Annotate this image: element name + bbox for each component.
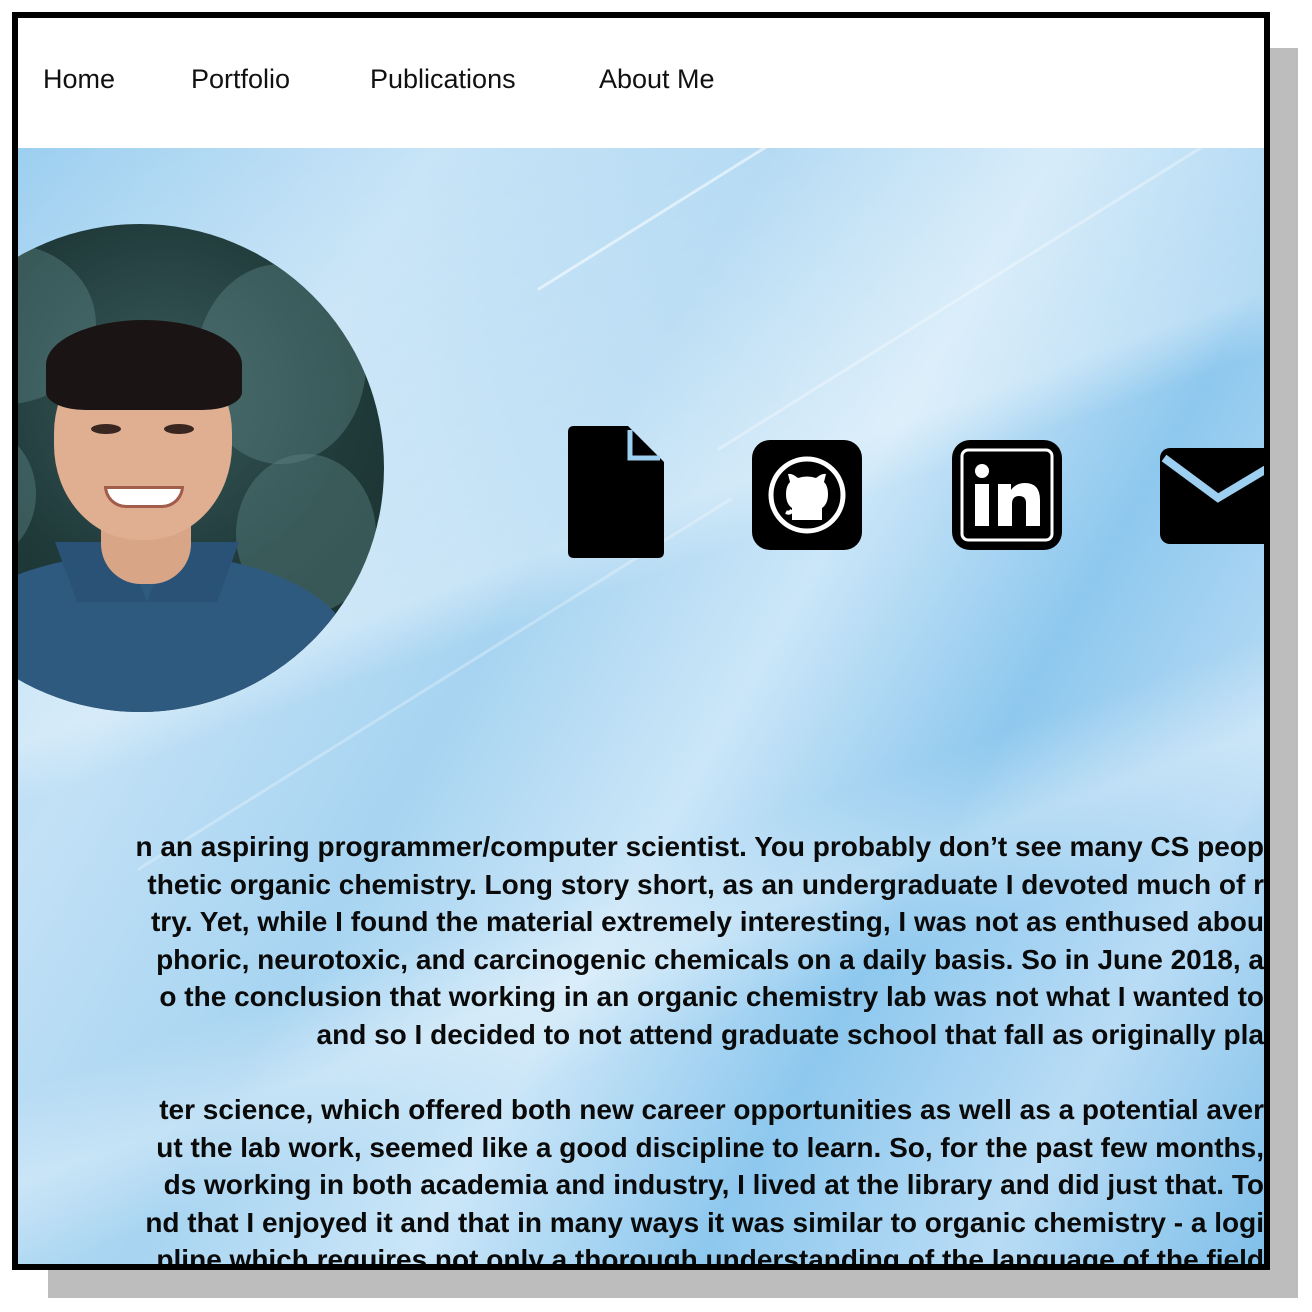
bio-line: and so I decided to not attend graduate … bbox=[316, 1018, 1264, 1050]
nav-about-me[interactable]: About Me bbox=[599, 64, 715, 95]
bio-line: pline which requires not only a thorough… bbox=[156, 1244, 1264, 1264]
hero-section: n an aspiring programmer/computer scient… bbox=[18, 148, 1264, 1264]
envelope-icon[interactable] bbox=[1158, 446, 1264, 546]
browser-viewport: Home Portfolio Publications About Me n a… bbox=[12, 12, 1270, 1270]
nav-home[interactable]: Home bbox=[43, 64, 115, 95]
bio-line: o the conclusion that working in an orga… bbox=[159, 981, 1264, 1012]
linkedin-icon[interactable] bbox=[950, 438, 1064, 552]
github-icon[interactable] bbox=[750, 438, 864, 552]
document-icon[interactable] bbox=[566, 424, 666, 560]
bio-line: phoric, neurotoxic, and carcinogenic che… bbox=[156, 943, 1264, 975]
bio-text: n an aspiring programmer/computer scient… bbox=[18, 828, 1264, 1264]
bio-line: thetic organic chemistry. Long story sho… bbox=[147, 868, 1264, 900]
bio-line: ut the lab work, seemed like a good disc… bbox=[156, 1131, 1264, 1163]
bio-line: nd that I enjoyed it and that in many wa… bbox=[145, 1206, 1264, 1238]
nav-publications[interactable]: Publications bbox=[370, 64, 516, 95]
bio-line: ter science, which offered both new care… bbox=[159, 1094, 1264, 1125]
bio-line: try. Yet, while I found the material ext… bbox=[150, 906, 1264, 937]
bio-line: ds working in both academia and industry… bbox=[163, 1169, 1264, 1200]
bio-line: n an aspiring programmer/computer scient… bbox=[135, 831, 1264, 862]
background-streak bbox=[537, 148, 963, 291]
background-streak bbox=[717, 148, 1228, 451]
top-nav: Home Portfolio Publications About Me bbox=[18, 18, 1264, 148]
avatar bbox=[18, 224, 384, 712]
nav-portfolio[interactable]: Portfolio bbox=[191, 64, 290, 95]
